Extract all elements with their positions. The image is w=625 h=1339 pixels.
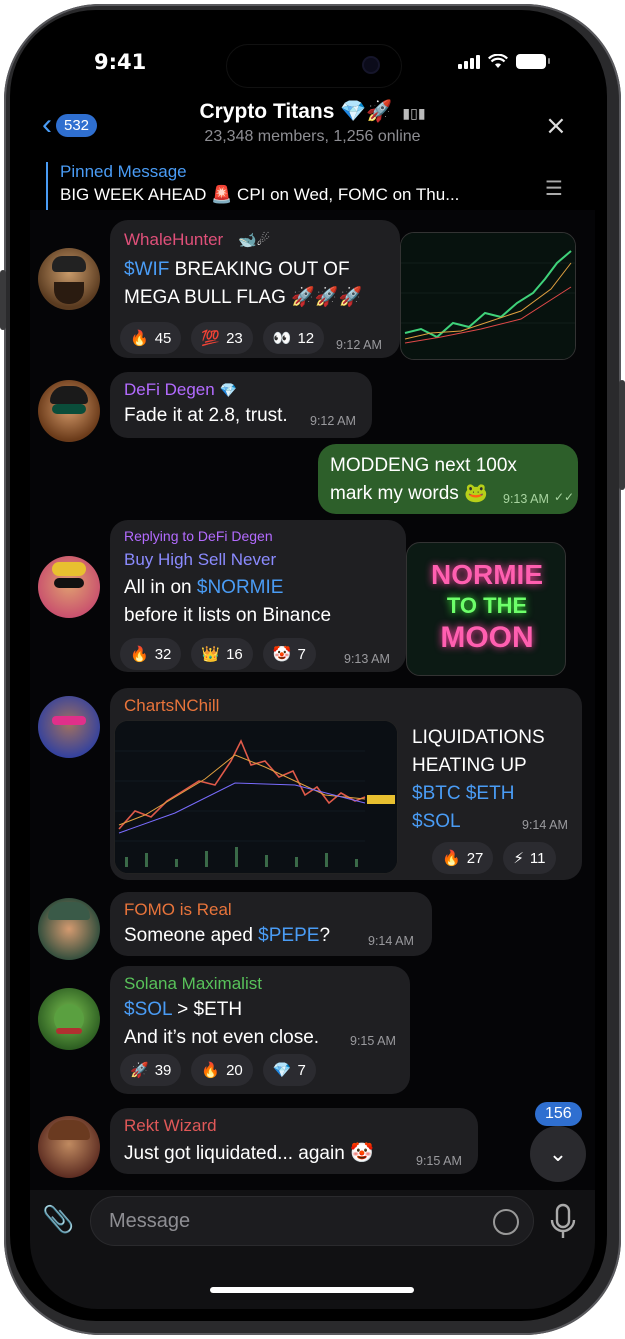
sender-name[interactable]: WhaleHunter [124,230,223,249]
avatar[interactable] [38,556,100,618]
message-text: $WIF BREAKING OUT OF MEGA BULL FLAG 🚀🚀🚀 [124,259,363,308]
reaction-chip[interactable]: 🔥 27 [432,842,494,874]
avatar[interactable] [38,696,100,758]
message-time: 9:12 AM [336,338,382,352]
avatar[interactable] [38,988,100,1050]
message-time: 9:12 AM [310,414,356,428]
message-time: 9:14 AM [522,818,568,832]
message-text: Just got liquidated... again 🤡 [124,1143,374,1164]
pinned-list-icon[interactable]: ☰ [545,176,563,201]
reaction-chip[interactable]: 🤡 7 [262,638,316,670]
pinned-text: BIG WEEK AHEAD 🚨 CPI on Wed, FOMC on Thu… [60,185,460,204]
neon-text-line: NORMIE [431,559,543,590]
chat-title[interactable]: Crypto Titans 💎🚀 ▮▯▮ [30,100,595,124]
reaction-chip[interactable]: 👑 16 [191,638,253,670]
message-bubble[interactable]: Replying to DeFi Degen Buy High Sell Nev… [110,520,406,672]
avatar[interactable] [38,380,100,442]
reaction-chip[interactable]: 👀 12 [262,322,325,354]
reaction-chip[interactable]: 💯 23 [191,322,253,354]
sender-name[interactable]: Solana Maximalist [124,974,262,994]
voice-chat-icon: ▮▯▮ [402,105,426,121]
pinned-label: Pinned Message [60,162,187,181]
message-text: Someone aped $PEPE? [124,925,331,946]
reply-header[interactable]: Replying to DeFi Degen [124,528,273,544]
signal-icon [458,54,480,69]
reactions: 🔥 45 💯 23 👀 12 [120,322,325,354]
candlestick-chart-thumbnail [401,233,575,359]
reaction-chip[interactable]: 🔥 45 [120,322,182,354]
avatar[interactable] [38,1116,100,1178]
message-bubble[interactable]: DeFi Degen 💎 Fade it at 2.8, trust. 9:12… [110,372,372,438]
ticker-link[interactable]: $SOL [412,811,461,832]
ticker-link[interactable]: $WIF [124,259,169,280]
message-text: Fade it at 2.8, trust. [124,405,288,426]
ticker-link[interactable]: $NORMIE [197,577,284,598]
neon-text-line: TO THE [446,593,528,618]
reaction-chip[interactable]: 🔥 32 [120,638,182,670]
message-bubble[interactable]: FOMO is Real Someone aped $PEPE? 9:14 AM [110,892,432,956]
double-check-icon: ✓✓ [554,490,575,504]
reactions: 🔥 32 👑 16 🤡 7 [120,638,316,670]
sender-name[interactable]: Rekt Wizard [124,1116,217,1136]
neon-text-line: MOON [440,621,534,654]
message-time: 9:14 AM [368,934,414,948]
reaction-chip[interactable]: 🔥 20 [191,1054,253,1086]
message-time: 9:13 AM [503,492,549,506]
message-bubble[interactable]: Rekt Wizard Just got liquidated... again… [110,1108,478,1174]
home-indicator[interactable] [210,1287,414,1293]
chart-image[interactable] [114,720,398,874]
chat-subtitle: 23,348 members, 1,256 online [204,128,421,145]
ticker-link[interactable]: $PEPE [258,925,319,946]
sender-emoji-status: 🐋☄ [237,232,271,249]
sender-name[interactable]: FOMO is Real [124,900,232,920]
screen: 9:41 ‹ 532 Crypto Titans 💎🚀 ▮▯▮ 23,348 m… [30,30,595,1309]
chat-title-text: Crypto Titans 💎🚀 [199,100,393,123]
message-bubble[interactable]: Solana Maximalist $SOL > $ETH And it’s n… [110,966,410,1094]
reaction-chip[interactable]: ⚡ 11 [503,842,556,874]
power-button [619,380,625,490]
reactions: 🚀 39 🔥 20 💎 7 [120,1054,316,1086]
avatar[interactable] [38,248,100,310]
sender-name[interactable]: Buy High Sell Never [124,550,276,570]
battery-icon [516,54,550,69]
side-button [0,270,6,330]
candlestick-chart [115,721,397,873]
message-bubble[interactable]: WhaleHunter 🐋☄ $WIF BREAKING OUT OF MEGA… [110,220,400,358]
neon-image[interactable]: NORMIE TO THE MOON [406,542,566,676]
attach-icon[interactable]: 📎 [42,1204,76,1238]
ticker-link[interactable]: $BTC [412,783,461,804]
message-time: 9:13 AM [344,652,390,666]
ticker-link[interactable]: $SOL [124,999,172,1020]
unread-messages-badge: 156 [535,1102,582,1126]
reactions: 🔥 27 ⚡ 11 [432,842,556,874]
status-time: 9:41 [94,50,147,74]
message-text: MODDENG next 100x mark my words 🐸 [330,455,517,504]
message-text: All in on $NORMIE before it lists on Bin… [124,577,332,626]
message-time: 9:15 AM [350,1034,396,1048]
close-icon[interactable]: ⨯ [545,110,567,141]
status-icons [458,54,550,69]
wifi-icon [488,54,508,68]
ticker-link[interactable]: $ETH [466,783,515,804]
sticker-icon[interactable] [493,1209,519,1235]
pinned-message[interactable]: Pinned Message BIG WEEK AHEAD 🚨 CPI on W… [46,162,576,210]
avatar[interactable] [38,898,100,960]
microphone-icon[interactable] [548,1202,578,1242]
message-input[interactable] [91,1197,533,1245]
sender-name[interactable]: DeFi Degen [124,380,215,399]
camera-icon [364,58,378,72]
outgoing-message-bubble[interactable]: MODDENG next 100x mark my words 🐸 9:13 AM… [318,444,578,514]
scroll-down-button[interactable]: ⌄ [530,1126,586,1182]
message-text: $SOL > $ETH And it’s not even close. [124,999,320,1048]
chart-image[interactable] [400,232,576,360]
message-time: 9:15 AM [416,1154,462,1168]
sender-name[interactable]: ChartsNChill [124,696,219,716]
message-field[interactable] [90,1196,534,1246]
reaction-chip[interactable]: 💎 7 [262,1054,316,1086]
chevron-down-icon: ⌄ [548,1141,568,1166]
message-bubble[interactable]: ChartsNChill LIQUIDATIONS HEATING UP $BT… [110,688,582,880]
verified-badge-icon: 💎 [219,382,237,398]
reaction-chip[interactable]: 🚀 39 [120,1054,182,1086]
